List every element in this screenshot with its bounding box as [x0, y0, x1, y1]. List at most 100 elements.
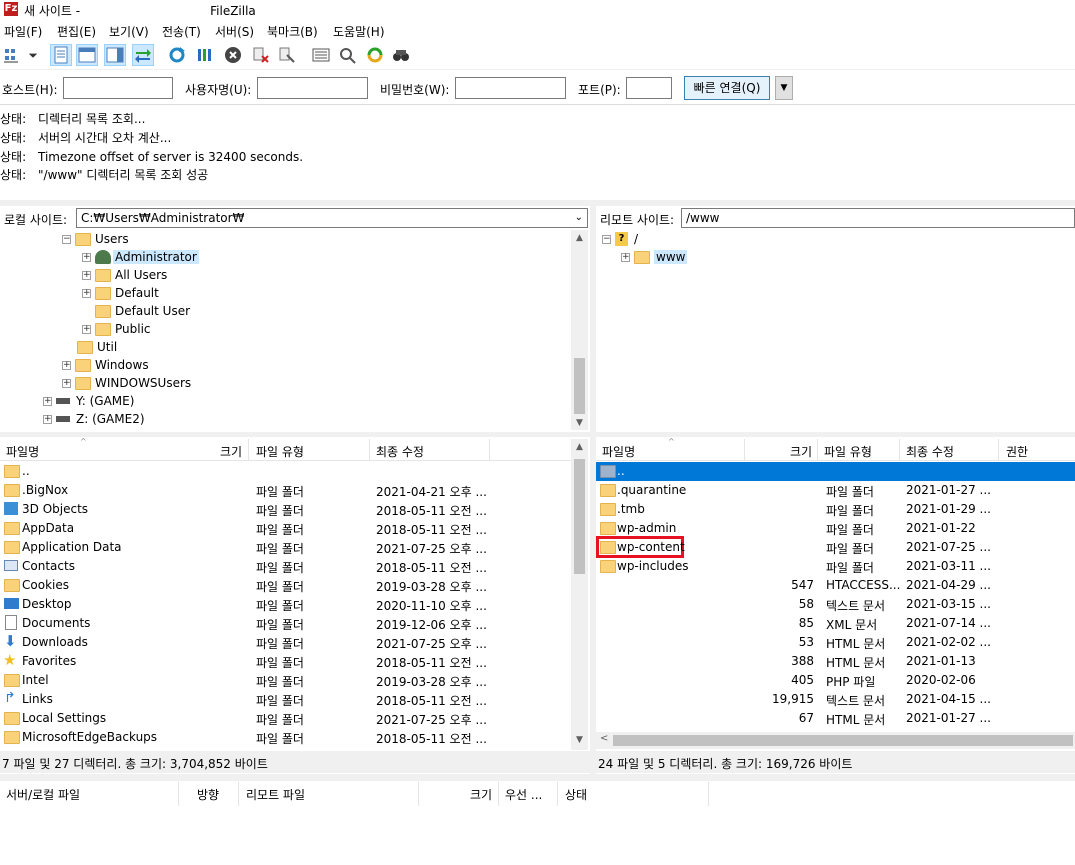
queue-header: 서버/로컬 파일 방향 리모트 파일 크기 우선 ... 상태	[0, 782, 1075, 806]
menu-view[interactable]: 보기(V)	[109, 23, 149, 40]
toggle-log-icon[interactable]	[50, 44, 72, 66]
table-row[interactable]: .quarantine 파일 폴더 2021-01-27 ...	[596, 481, 1075, 500]
table-row[interactable]: ..	[0, 462, 571, 481]
tree-item-util[interactable]: Util	[77, 338, 117, 356]
table-row[interactable]: .tmb 파일 폴더 2021-01-29 ...	[596, 500, 1075, 519]
file-modified: 2021-01-22	[906, 521, 976, 535]
splitter[interactable]	[0, 774, 1075, 781]
table-row[interactable]: ★ Favorites 파일 폴더 2018-05-11 오전 ...	[0, 652, 571, 671]
table-row[interactable]: Intel 파일 폴더 2019-03-28 오후 ...	[0, 671, 571, 690]
col-modified[interactable]: 최종 수정	[376, 443, 424, 460]
compare-icon[interactable]	[336, 44, 358, 66]
drive-icon	[56, 416, 70, 422]
tree-item-default[interactable]: + Default	[82, 284, 159, 302]
toggle-local-tree-icon[interactable]	[76, 44, 98, 66]
filter-icon[interactable]	[310, 44, 332, 66]
menu-bookmarks[interactable]: 북마크(B)	[267, 23, 318, 40]
local-list-scrollbar[interactable]: ▲ ▼	[571, 439, 588, 750]
splitter[interactable]	[0, 200, 1075, 206]
links-icon: ↱	[4, 690, 16, 706]
table-row[interactable]: Application Data 파일 폴더 2021-07-25 오후 ...	[0, 538, 571, 557]
table-row[interactable]: 19,915 텍스트 문서 2021-04-15 ...	[596, 690, 1075, 709]
local-tree-scrollbar[interactable]: ▲ ▼	[571, 230, 588, 430]
queue-col-size[interactable]: 크기	[470, 786, 492, 803]
tree-item-drive-z[interactable]: + Z: (GAME2)	[43, 410, 145, 428]
password-input[interactable]	[455, 77, 566, 99]
col-type[interactable]: 파일 유형	[824, 443, 872, 460]
table-row[interactable]: 67 HTML 문서 2021-01-27 ...	[596, 709, 1075, 728]
local-path-input[interactable]: C:₩Users₩Administrator₩ ⌄	[76, 208, 588, 228]
col-size[interactable]: 크기	[220, 443, 242, 460]
site-manager-dropdown-icon[interactable]	[26, 44, 40, 66]
port-input[interactable]	[626, 77, 672, 99]
queue-col-priority[interactable]: 우선 ...	[505, 786, 542, 803]
col-type[interactable]: 파일 유형	[256, 443, 304, 460]
table-row[interactable]: ⬇ Downloads 파일 폴더 2021-07-25 오후 ...	[0, 633, 571, 652]
table-row[interactable]: Documents 파일 폴더 2019-12-06 오후 ...	[0, 614, 571, 633]
menu-transfer[interactable]: 전송(T)	[162, 23, 201, 40]
menu-edit[interactable]: 편집(E)	[57, 23, 96, 40]
table-row[interactable]: Contacts 파일 폴더 2018-05-11 오전 ...	[0, 557, 571, 576]
tree-item-windows[interactable]: + Windows	[62, 356, 149, 374]
tree-item-all-users[interactable]: + All Users	[82, 266, 167, 284]
tree-item-users[interactable]: − Users	[62, 230, 129, 248]
table-row[interactable]: 3D Objects 파일 폴더 2018-05-11 오전 ...	[0, 500, 571, 519]
menu-file[interactable]: 파일(F)	[4, 23, 42, 40]
queue-col-file[interactable]: 서버/로컬 파일	[6, 786, 80, 803]
queue-col-direction[interactable]: 방향	[197, 786, 219, 803]
tree-item-windowsusers[interactable]: + WINDOWSUsers	[62, 374, 191, 392]
file-name: Desktop	[22, 597, 72, 611]
tree-item-administrator[interactable]: + Administrator	[82, 248, 199, 266]
table-row[interactable]: Local Settings 파일 폴더 2021-07-25 오후 ...	[0, 709, 571, 728]
file-modified: 2021-03-15 ...	[906, 597, 991, 611]
col-size[interactable]: 크기	[790, 443, 812, 460]
table-row[interactable]: 547 HTACCESS... 2021-04-29 ...	[596, 576, 1075, 595]
queue-col-status[interactable]: 상태	[565, 786, 587, 803]
reconnect-icon[interactable]	[276, 44, 298, 66]
host-input[interactable]	[63, 77, 173, 99]
disconnect-icon[interactable]	[250, 44, 272, 66]
folder-icon	[600, 503, 616, 516]
quickconnect-button[interactable]: 빠른 연결(Q)	[684, 76, 770, 100]
toggle-remote-tree-icon[interactable]	[104, 44, 126, 66]
menu-help[interactable]: 도움말(H)	[333, 23, 385, 40]
queue-col-remote[interactable]: 리모트 파일	[246, 786, 305, 803]
local-file-list: .. .BigNox 파일 폴더 2021-04-21 오후 ... 3D Object…	[0, 462, 571, 750]
menu-server[interactable]: 서버(S)	[215, 23, 254, 40]
table-row[interactable]: 85 XML 문서 2021-07-14 ...	[596, 614, 1075, 633]
table-row[interactable]: 388 HTML 문서 2021-01-13	[596, 652, 1075, 671]
process-queue-icon[interactable]	[194, 44, 216, 66]
cancel-icon[interactable]	[222, 44, 244, 66]
remote-hscrollbar[interactable]: <	[596, 732, 1075, 749]
table-row[interactable]: Cookies 파일 폴더 2019-03-28 오후 ...	[0, 576, 571, 595]
table-row[interactable]: AppData 파일 폴더 2018-05-11 오전 ...	[0, 519, 571, 538]
tree-item-drive-y[interactable]: + Y: (GAME)	[43, 392, 134, 410]
tree-item-default-user[interactable]: Default User	[95, 302, 190, 320]
remote-path-input[interactable]: /www	[681, 208, 1075, 228]
col-name[interactable]: 파일명	[602, 443, 635, 460]
sync-browse-icon[interactable]	[364, 44, 386, 66]
table-row[interactable]: 53 HTML 문서 2021-02-02 ...	[596, 633, 1075, 652]
table-row[interactable]: ↱ Links 파일 폴더 2018-05-11 오전 ...	[0, 690, 571, 709]
refresh-icon[interactable]	[166, 44, 188, 66]
site-manager-icon[interactable]	[2, 44, 24, 66]
col-modified[interactable]: 최종 수정	[906, 443, 954, 460]
table-row[interactable]: .BigNox 파일 폴더 2021-04-21 오후 ...	[0, 481, 571, 500]
quickconnect-dropdown-icon[interactable]: ▼	[775, 76, 793, 100]
table-row[interactable]: 58 텍스트 문서 2021-03-15 ...	[596, 595, 1075, 614]
col-permissions[interactable]: 권한	[1006, 443, 1028, 460]
col-name[interactable]: 파일명	[6, 443, 39, 460]
search-icon[interactable]	[390, 44, 412, 66]
table-row[interactable]: Desktop 파일 폴더 2020-11-10 오후 ...	[0, 595, 571, 614]
table-row[interactable]: MicrosoftEdgeBackups 파일 폴더 2018-05-11 오전 .…	[0, 728, 571, 747]
table-row[interactable]: wp-content 파일 폴더 2021-07-25 ...	[596, 536, 1075, 558]
tree-item-public[interactable]: + Public	[82, 320, 151, 338]
splitter[interactable]	[0, 432, 1075, 437]
tree-item-www[interactable]: + www	[621, 248, 688, 266]
table-row[interactable]: ..	[596, 462, 1075, 481]
table-row[interactable]: wp-includes 파일 폴더 2021-03-11 ...	[596, 557, 1075, 576]
tree-item-root[interactable]: −? /	[602, 230, 638, 248]
table-row[interactable]: 405 PHP 파일 2020-02-06	[596, 671, 1075, 690]
toggle-queue-icon[interactable]	[132, 44, 154, 66]
username-input[interactable]	[257, 77, 368, 99]
